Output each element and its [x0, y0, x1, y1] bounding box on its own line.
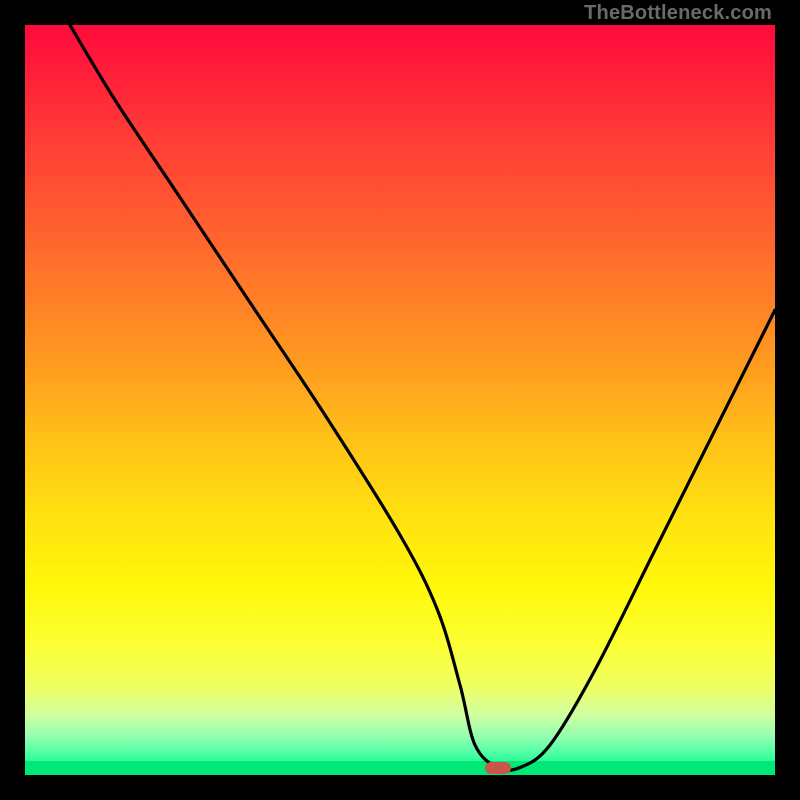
- chart-container: TheBottleneck.com: [0, 0, 800, 800]
- minimum-marker: [485, 762, 511, 774]
- watermark: TheBottleneck.com: [584, 2, 772, 25]
- plot-area: [25, 25, 775, 775]
- bottleneck-curve: [25, 25, 775, 775]
